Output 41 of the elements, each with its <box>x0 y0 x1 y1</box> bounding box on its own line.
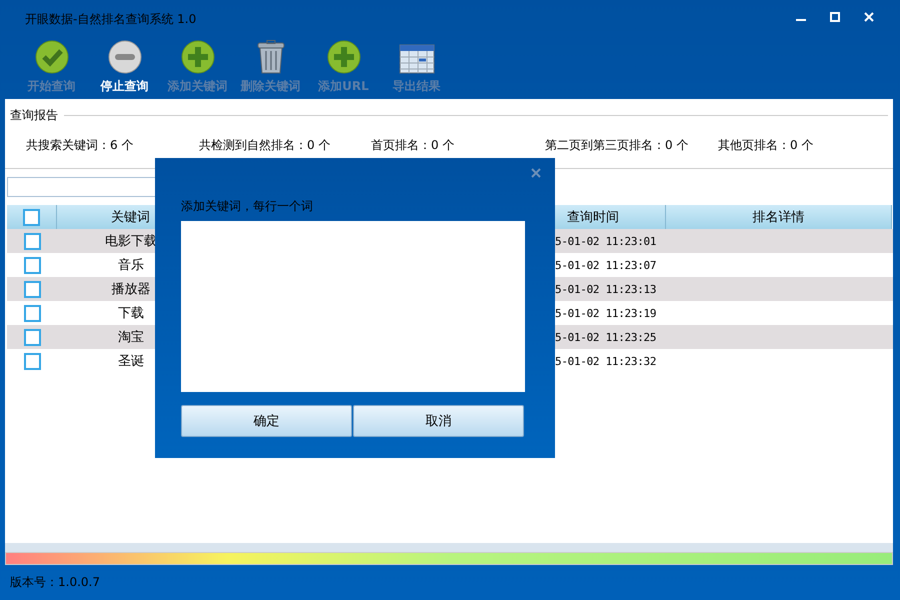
row-checkbox[interactable] <box>24 256 40 274</box>
stat-text: 首页排名：0 个 <box>371 137 456 154</box>
plus-icon <box>326 40 360 74</box>
minus-icon <box>108 40 142 74</box>
row-checkbox[interactable] <box>24 232 40 250</box>
stat-text: 其他页排名：0 个 <box>718 137 814 154</box>
table-cell: 5-01-02 11:23:01 <box>555 234 656 248</box>
column-header[interactable]: 排名详情 <box>666 205 892 230</box>
dialog-button[interactable]: 取消 <box>353 405 524 437</box>
window-title: 开眼数据-自然排名查询系统 1.0 <box>25 11 196 28</box>
horizontal-scrollbar[interactable] <box>5 543 893 552</box>
row-checkbox[interactable] <box>24 328 40 346</box>
table-cell-text: 淘宝 <box>118 329 144 346</box>
row-checkbox[interactable] <box>24 304 40 322</box>
dialog-button[interactable]: 确定 <box>181 405 352 437</box>
table-cell-text: 下载 <box>118 305 144 322</box>
select-all-checkbox[interactable] <box>23 208 40 226</box>
toolbar-button[interactable]: 停止查询 <box>88 40 161 100</box>
group-title: 查询报告 <box>10 107 58 124</box>
version-text: 版本号：1.0.0.7 <box>10 575 100 589</box>
table-cell-text: 播放器 <box>112 281 150 298</box>
table-cell: 5-01-02 11:23:25 <box>555 330 656 344</box>
stat-text: 第二页到第三页排名：0 个 <box>545 137 690 154</box>
table-cell-text: 圣诞 <box>118 353 144 370</box>
column-header[interactable]: 查询时间 <box>555 205 666 230</box>
table-cell: 5-01-02 11:23:07 <box>555 258 656 272</box>
maximize-icon[interactable] <box>830 12 840 22</box>
keyword-input-field[interactable] <box>181 221 525 392</box>
table-cell: 5-01-02 11:23:32 <box>555 354 656 368</box>
close-icon[interactable] <box>864 12 874 22</box>
trash-icon <box>256 40 286 74</box>
table-cell-text: 音乐 <box>118 257 144 274</box>
table-cell: 5-01-02 11:23:19 <box>555 306 656 320</box>
checkmark-icon <box>34 40 68 74</box>
table-cell: 5-01-02 11:23:13 <box>555 282 656 296</box>
stat-text: 共检测到自然排名：0 个 <box>199 137 332 154</box>
plus-icon <box>180 40 214 74</box>
stat-text: 共搜索关键词：6 个 <box>26 137 134 154</box>
spreadsheet-icon <box>398 42 434 74</box>
row-checkbox[interactable] <box>24 280 40 298</box>
row-checkbox[interactable] <box>24 352 40 370</box>
